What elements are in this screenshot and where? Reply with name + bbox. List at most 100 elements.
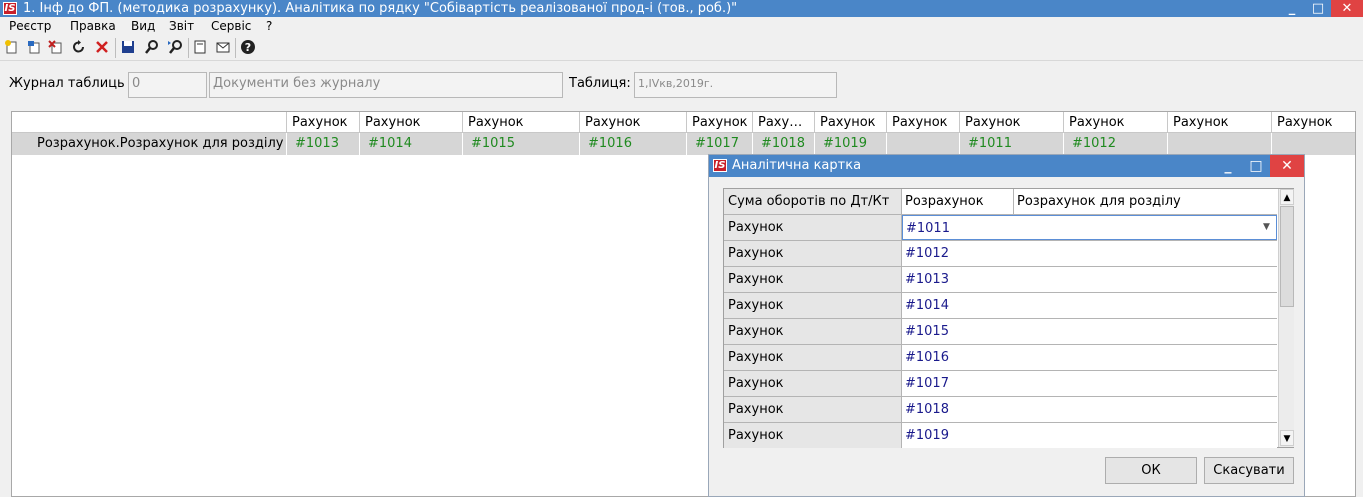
turnover-label: Сума оборотів по Дт/Кт xyxy=(724,189,902,214)
column-header[interactable]: Рахунок xyxy=(462,112,579,133)
column-header[interactable]: Рахунок xyxy=(579,112,686,133)
column-header[interactable]: Рахунок xyxy=(286,112,359,133)
list-item[interactable]: Рахунок #1013 xyxy=(724,267,1277,293)
menu-report[interactable]: Звіт xyxy=(169,17,194,35)
dialog-minimize-button[interactable]: _ xyxy=(1214,155,1242,177)
menu-registry[interactable]: Реєстр xyxy=(9,17,51,35)
dialog-maximize-button[interactable]: □ xyxy=(1242,155,1270,177)
dialog-scrollbar[interactable]: ▲ ▼ xyxy=(1278,189,1294,447)
journal-label: Журнал таблиць xyxy=(9,76,125,91)
scroll-down-icon[interactable]: ▼ xyxy=(1280,430,1294,446)
delete-doc-icon[interactable] xyxy=(47,39,65,57)
account-select[interactable]: #1011 xyxy=(902,215,1277,240)
cancel-button[interactable]: Скасувати xyxy=(1204,457,1294,484)
column-header[interactable]: Рахунок xyxy=(886,112,959,133)
analytic-table[interactable]: Сума оборотів по Дт/Кт Розрахунок Розрах… xyxy=(723,188,1294,448)
column-header[interactable]: Рахунок xyxy=(686,112,752,133)
account-label: Рахунок xyxy=(724,397,902,422)
account-label: Рахунок xyxy=(724,267,902,292)
table-label: Таблиця: xyxy=(569,76,631,91)
toolbar-separator xyxy=(188,38,189,58)
account-label: Рахунок xyxy=(724,241,902,266)
menu-help[interactable]: ? xyxy=(266,17,272,35)
grid-cell[interactable]: #1012 xyxy=(1063,133,1167,155)
grid-cell[interactable]: #1013 xyxy=(286,133,359,155)
grid-cell[interactable]: #1011 xyxy=(959,133,1063,155)
dialog-logo-icon: IS xyxy=(713,159,727,172)
properties-icon[interactable] xyxy=(191,39,209,57)
column-header[interactable]: Раху… xyxy=(752,112,814,133)
account-label: Рахунок xyxy=(724,345,902,370)
grid-cell[interactable]: #1015 xyxy=(462,133,579,155)
analytic-card-dialog: IS Аналітична картка _ □ ✕ Сума оборотів… xyxy=(708,154,1305,497)
list-item[interactable]: Рахунок #1011 ▼ xyxy=(724,215,1277,241)
help-icon[interactable]: ? xyxy=(239,39,257,57)
account-value[interactable]: #1017 xyxy=(902,371,1277,396)
table-value-field[interactable]: 1,IVкв,2019г. xyxy=(634,72,837,98)
list-item[interactable]: Рахунок #1016 xyxy=(724,345,1277,371)
column-header[interactable]: Рахунок xyxy=(1063,112,1167,133)
column-header[interactable]: Рахунок xyxy=(1271,112,1355,133)
grid-cell[interactable]: #1016 xyxy=(579,133,686,155)
refresh-icon[interactable] xyxy=(70,39,88,57)
account-value[interactable]: #1014 xyxy=(902,293,1277,318)
grid-cell[interactable] xyxy=(886,133,959,155)
grid-header: Рахунок Рахунок Рахунок Рахунок Рахунок … xyxy=(12,112,1355,133)
maximize-button[interactable]: □ xyxy=(1305,0,1331,17)
close-button[interactable]: ✕ xyxy=(1331,0,1363,17)
dialog-title: Аналітична картка xyxy=(732,158,862,173)
chevron-down-icon[interactable]: ▼ xyxy=(1263,218,1270,236)
mail-icon[interactable] xyxy=(214,39,232,57)
list-item[interactable]: Рахунок #1019 xyxy=(724,423,1277,449)
grid-cell[interactable]: #1019 xyxy=(814,133,886,155)
list-item[interactable]: Рахунок #1017 xyxy=(724,371,1277,397)
account-label: Рахунок xyxy=(724,215,902,240)
column-header[interactable]: Рахунок xyxy=(1167,112,1271,133)
ok-button[interactable]: ОК xyxy=(1105,457,1197,484)
dialog-close-button[interactable]: ✕ xyxy=(1270,155,1304,177)
account-label: Рахунок xyxy=(724,319,902,344)
column-header[interactable]: Рахунок xyxy=(359,112,462,133)
account-label: Рахунок xyxy=(724,293,902,318)
save-icon[interactable] xyxy=(119,39,137,57)
table-row[interactable]: Розрахунок.Розрахунок для розділу #1013 … xyxy=(12,133,1355,155)
account-value[interactable]: #1012 xyxy=(902,241,1277,266)
account-label: Рахунок xyxy=(724,371,902,396)
toolbar-separator xyxy=(235,38,236,58)
new-sub-icon[interactable] xyxy=(25,39,43,57)
scroll-thumb[interactable] xyxy=(1280,206,1294,307)
menu-service[interactable]: Сервіс xyxy=(211,17,251,35)
journal-name-field[interactable]: Документи без журналу xyxy=(209,72,563,98)
delete-icon[interactable] xyxy=(93,39,111,57)
account-value[interactable]: #1019 xyxy=(902,423,1277,448)
column-header[interactable]: Рахунок xyxy=(959,112,1063,133)
find-icon[interactable] xyxy=(143,39,161,57)
list-item[interactable]: Рахунок #1014 xyxy=(724,293,1277,319)
account-value[interactable]: #1016 xyxy=(902,345,1277,370)
column-header[interactable]: Рахунок xyxy=(814,112,886,133)
find-next-icon[interactable] xyxy=(166,39,184,57)
new-doc-icon[interactable] xyxy=(3,39,21,57)
minimize-button[interactable]: _ xyxy=(1279,0,1305,17)
menu-edit[interactable]: Правка xyxy=(70,17,116,35)
scroll-up-icon[interactable]: ▲ xyxy=(1280,189,1294,205)
account-value[interactable]: #1018 xyxy=(902,397,1277,422)
account-label: Рахунок xyxy=(724,423,902,448)
grid-cell[interactable] xyxy=(1271,133,1355,155)
menu-view[interactable]: Вид xyxy=(131,17,155,35)
list-item[interactable]: Рахунок #1018 xyxy=(724,397,1277,423)
turnover-value-1[interactable]: Розрахунок xyxy=(902,189,1014,214)
grid-cell[interactable] xyxy=(1167,133,1271,155)
toolbar: ? xyxy=(0,35,1363,61)
svg-text:?: ? xyxy=(245,41,251,54)
grid-cell[interactable]: #1018 xyxy=(752,133,814,155)
journal-code-field[interactable]: 0 xyxy=(128,72,207,98)
grid-cell[interactable]: #1014 xyxy=(359,133,462,155)
account-value[interactable]: #1013 xyxy=(902,267,1277,292)
toolbar-separator xyxy=(115,38,116,58)
list-item[interactable]: Рахунок #1012 xyxy=(724,241,1277,267)
turnover-value-2[interactable]: Розрахунок для розділу xyxy=(1014,189,1277,214)
grid-cell[interactable]: #1017 xyxy=(686,133,752,155)
account-value[interactable]: #1015 xyxy=(902,319,1277,344)
list-item[interactable]: Рахунок #1015 xyxy=(724,319,1277,345)
